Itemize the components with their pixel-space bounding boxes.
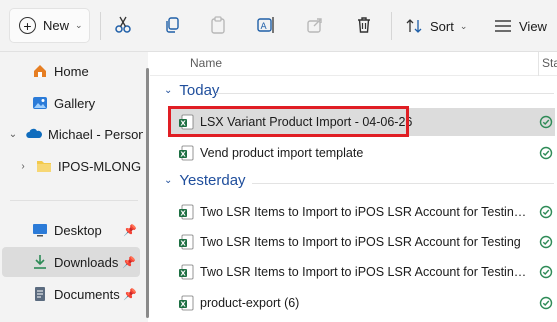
sidebar-item-label: Home (54, 63, 89, 79)
synced-check-icon (539, 115, 553, 129)
sidebar-item-onedrive[interactable]: ⌄ Michael - Personal (0, 119, 143, 149)
column-name-header[interactable]: Name (190, 56, 222, 70)
home-icon (32, 63, 48, 79)
sidebar-item-label: Michael - Personal (48, 126, 143, 142)
sort-label: Sort (430, 18, 454, 34)
sort-button[interactable]: Sort ⌄ (406, 15, 467, 37)
download-icon (32, 254, 48, 270)
synced-check-icon (539, 265, 553, 279)
svg-text:X: X (180, 301, 186, 309)
copy-icon[interactable] (162, 15, 182, 35)
file-row[interactable]: X Two LSR Items to Import to iPOS LSR Ac… (170, 258, 555, 286)
sort-icon (406, 19, 422, 33)
view-icon (495, 20, 511, 32)
plus-icon: + (19, 17, 36, 34)
sidebar-item-label: Desktop (54, 222, 102, 238)
cut-icon[interactable] (113, 15, 133, 35)
onedrive-icon (26, 126, 42, 142)
highlight-annotation (168, 106, 409, 137)
excel-file-icon: X (179, 295, 194, 311)
group-label: Today (179, 82, 220, 99)
chevron-down-icon: ⌄ (459, 20, 468, 31)
sidebar-item-desktop[interactable]: Desktop 📌 (0, 215, 143, 245)
sidebar-scrollbar[interactable] (146, 68, 149, 318)
toolbar-separator (100, 12, 101, 40)
column-status-header[interactable]: Sta (542, 56, 557, 70)
pin-icon: 📌 (122, 257, 136, 269)
navigation-pane: Home Gallery ⌄ Michael - Personal › IPOS… (0, 52, 148, 322)
file-list: Name Sta ⌄ Today X LSX Variant Product I… (150, 52, 557, 322)
chevron-down-icon: ⌄ (75, 20, 83, 30)
chevron-down-icon: ⌄ (164, 85, 173, 96)
group-header-yesterday[interactable]: ⌄ Yesterday (164, 172, 246, 189)
synced-check-icon (539, 235, 553, 249)
pin-icon: 📌 (123, 225, 137, 237)
file-name: product-export (6) (200, 296, 300, 310)
group-divider (216, 93, 554, 94)
delete-icon[interactable] (354, 15, 374, 35)
excel-file-icon: X (179, 234, 194, 250)
svg-text:X: X (180, 210, 186, 218)
share-icon[interactable] (305, 15, 325, 35)
chevron-down-icon: ⌄ (164, 175, 173, 186)
gallery-icon (32, 95, 48, 111)
file-name: Vend product import template (200, 146, 364, 160)
view-label: View (519, 18, 547, 34)
sidebar-item-home[interactable]: Home (0, 56, 143, 86)
desktop-icon (32, 222, 48, 238)
svg-text:X: X (180, 240, 186, 248)
svg-text:X: X (180, 270, 186, 278)
file-row[interactable]: X Vend product import template (170, 139, 555, 167)
sidebar-item-ipos-mlong[interactable]: › IPOS-MLONG (0, 151, 143, 181)
file-row[interactable]: X Two LSR Items to Import to iPOS LSR Ac… (170, 198, 555, 226)
sidebar-item-label: Documents (54, 286, 120, 302)
new-label: New (43, 18, 70, 33)
documents-icon (32, 286, 48, 302)
svg-text:A: A (261, 22, 268, 32)
chevron-down-icon[interactable]: ⌄ (8, 129, 18, 140)
excel-file-icon: X (179, 145, 194, 161)
sidebar-item-gallery[interactable]: Gallery (0, 88, 143, 118)
new-button[interactable]: + New ⌄ (9, 8, 90, 43)
synced-check-icon (539, 146, 553, 160)
rename-icon[interactable]: A (256, 15, 276, 35)
group-label: Yesterday (179, 172, 246, 189)
sidebar-item-label: IPOS-MLONG (58, 158, 142, 174)
sidebar-divider (10, 200, 138, 201)
sidebar-item-downloads[interactable]: Downloads 📌 (2, 247, 140, 277)
pin-icon: 📌 (123, 289, 137, 301)
sidebar-item-label: Downloads (54, 254, 119, 270)
chevron-right-icon[interactable]: › (18, 161, 28, 172)
file-name: Two LSR Items to Import to iPOS LSR Acco… (200, 265, 530, 279)
group-header-today[interactable]: ⌄ Today (164, 82, 219, 99)
sidebar-item-label: Gallery (54, 95, 96, 111)
file-row[interactable]: X product-export (6) (170, 289, 555, 317)
svg-text:X: X (180, 151, 186, 159)
excel-file-icon: X (179, 264, 194, 280)
command-bar: + New ⌄ A Sort ⌄ View (0, 0, 557, 52)
view-button[interactable]: View (494, 15, 547, 37)
toolbar-separator (391, 12, 392, 40)
file-name: Two LSR Items to Import to iPOS LSR Acco… (200, 235, 521, 249)
group-divider (252, 183, 554, 184)
folder-icon (36, 158, 52, 174)
column-header: Name Sta (150, 52, 557, 76)
file-row[interactable]: X Two LSR Items to Import to iPOS LSR Ac… (170, 228, 555, 256)
excel-file-icon: X (179, 204, 194, 220)
paste-icon[interactable] (208, 15, 228, 35)
column-divider[interactable] (538, 52, 539, 76)
synced-check-icon (539, 296, 553, 310)
file-name: Two LSR Items to Import to iPOS LSR Acco… (200, 205, 530, 219)
sidebar-item-documents[interactable]: Documents 📌 (0, 279, 143, 309)
synced-check-icon (539, 205, 553, 219)
